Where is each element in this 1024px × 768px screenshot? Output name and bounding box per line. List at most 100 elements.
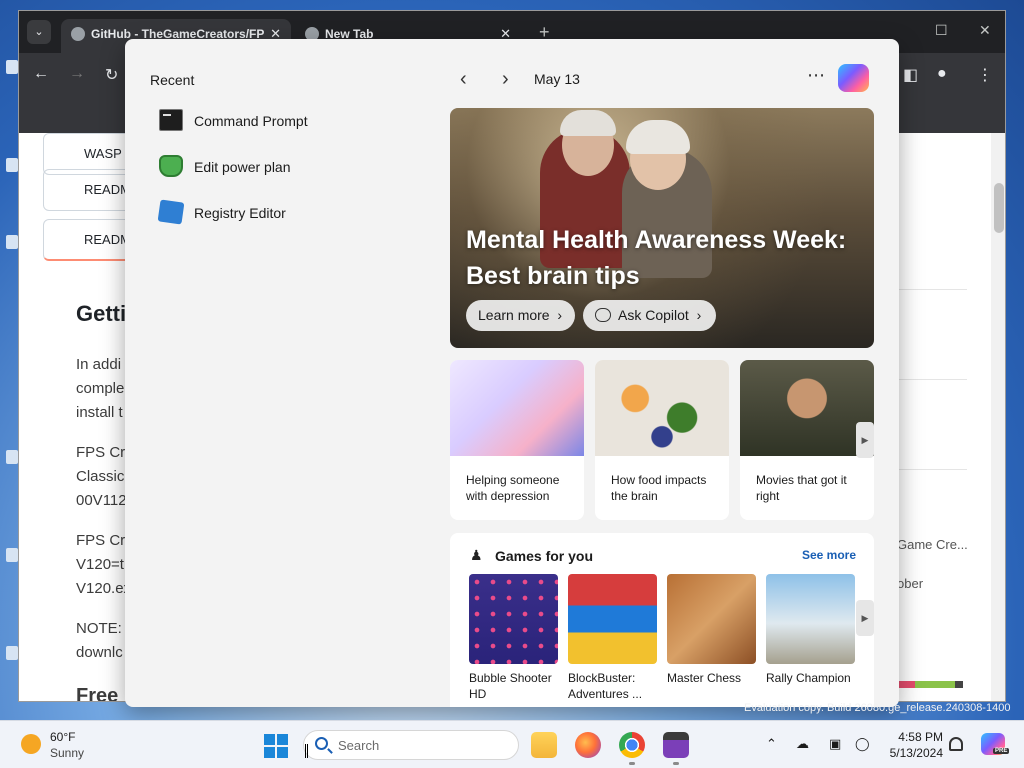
recent-title: Recent: [150, 72, 195, 88]
card-caption: How food impacts the brain: [611, 473, 707, 503]
chevron-right-icon[interactable]: ›: [502, 69, 509, 89]
game-thumbnail: [469, 574, 558, 664]
readme-text: 00V112: [76, 492, 127, 509]
recent-item-label: Edit power plan: [194, 159, 291, 175]
reload-icon[interactable]: ↻: [105, 65, 118, 85]
clapperboard-icon[interactable]: [663, 732, 689, 758]
scrollbar-thumb[interactable]: [994, 183, 1004, 233]
text-cursor: [305, 744, 308, 758]
scroll-right-icon[interactable]: ▶: [856, 600, 874, 636]
readme-text: comple: [76, 380, 125, 397]
chevron-up-icon[interactable]: ⌃: [766, 736, 777, 752]
preview-badge: PRE: [993, 748, 1010, 754]
taskbar-search[interactable]: Search: [303, 730, 519, 760]
desktop-icon[interactable]: [6, 646, 18, 660]
recent-item-label: Command Prompt: [194, 113, 308, 129]
chevron-left-icon[interactable]: ‹: [460, 69, 467, 89]
hero-image: [560, 110, 616, 136]
search-placeholder: Search: [338, 738, 380, 753]
game-tile[interactable]: BlockBuster: Adventures ...: [568, 574, 657, 702]
game-tile[interactable]: Master Chess: [667, 574, 756, 686]
recent-item-power-plan[interactable]: Edit power plan: [159, 153, 409, 181]
readme-text: install t: [76, 404, 123, 421]
start-icon[interactable]: [264, 734, 288, 758]
search-icon: [315, 737, 328, 750]
recent-item-label: Registry Editor: [194, 205, 286, 221]
readme-subheading: Free: [76, 685, 119, 702]
chrome-icon[interactable]: [619, 732, 645, 758]
desktop-icon[interactable]: [6, 235, 18, 249]
page-scrollbar[interactable]: [991, 133, 1005, 701]
games-title: Games for you: [495, 548, 594, 564]
learn-more-button[interactable]: Learn more ›: [466, 300, 575, 331]
chevron-right-icon: ›: [553, 307, 563, 323]
divider: [897, 379, 967, 380]
file-explorer-icon[interactable]: [531, 732, 557, 758]
game-name: BlockBuster: Adventures ...: [568, 671, 643, 701]
desktop-icon[interactable]: [6, 158, 18, 172]
profile-icon[interactable]: ●: [937, 65, 947, 83]
forward-icon[interactable]: →: [69, 65, 85, 83]
scroll-right-icon[interactable]: ▶: [856, 422, 874, 458]
file-name: WASP: [84, 146, 122, 161]
hero-card[interactable]: Mental Health Awareness Week: Best brain…: [450, 108, 874, 348]
cloud-off-icon[interactable]: ☁: [796, 736, 809, 752]
game-pieces-icon: ♟: [470, 547, 483, 563]
about-text: ober: [897, 576, 924, 591]
readme-text: In addi: [76, 356, 122, 373]
game-tile[interactable]: Bubble Shooter HD: [469, 574, 558, 702]
more-options-icon[interactable]: ⋯: [807, 65, 826, 86]
recent-item-registry-editor[interactable]: Registry Editor: [157, 199, 409, 227]
game-thumbnail: [766, 574, 855, 664]
running-indicator: [673, 762, 679, 765]
back-icon[interactable]: ←: [33, 65, 49, 83]
network-icon[interactable]: ◯: [855, 736, 870, 752]
copilot-icon[interactable]: [838, 64, 869, 92]
maximize-icon[interactable]: ☐: [935, 22, 948, 39]
ask-copilot-button[interactable]: Ask Copilot ›: [583, 300, 716, 331]
about-text[interactable]: Game Cre...: [897, 537, 968, 552]
game-name: Master Chess: [667, 671, 742, 685]
game-thumbnail: [667, 574, 756, 664]
game-tile[interactable]: Rally Champion: [766, 574, 855, 686]
taskbar: 60°F Sunny Search ⌃ ☁ ▣ ◯ 4:58 PM 5/13/2…: [0, 720, 1024, 768]
clock-time[interactable]: 4:58 PM: [897, 730, 943, 744]
desktop-icon[interactable]: [6, 60, 18, 74]
clock-date[interactable]: 5/13/2024: [883, 746, 943, 760]
notification-bell-icon[interactable]: [949, 737, 963, 751]
running-indicator: [629, 762, 635, 765]
power-plan-icon: [159, 155, 183, 177]
button-label: Ask Copilot: [618, 307, 689, 323]
news-card[interactable]: Helping someone with depression: [450, 360, 584, 520]
display-icon[interactable]: ▣: [829, 736, 841, 752]
registry-editor-icon: [157, 199, 185, 225]
hero-headline[interactable]: Mental Health Awareness Week: Best brain…: [466, 222, 866, 294]
weather-condition[interactable]: Sunny: [50, 746, 84, 760]
tab-search-button[interactable]: ⌄: [27, 20, 51, 44]
weather-temp[interactable]: 60°F: [50, 730, 75, 744]
readme-heading: Getti: [76, 301, 127, 326]
desktop-icon[interactable]: [6, 548, 18, 562]
game-name: Rally Champion: [766, 671, 851, 685]
chevron-right-icon: ›: [692, 307, 702, 323]
card-caption: Helping someone with depression: [466, 473, 560, 503]
side-panel-icon[interactable]: ◧: [903, 65, 918, 85]
button-label: Learn more: [478, 307, 550, 323]
desktop-icon[interactable]: [6, 450, 18, 464]
recent-item-command-prompt[interactable]: Command Prompt: [159, 107, 409, 135]
close-window-icon[interactable]: ✕: [979, 22, 991, 39]
firefox-icon[interactable]: [575, 732, 601, 758]
news-card[interactable]: How food impacts the brain: [595, 360, 729, 520]
feed-date: May 13: [534, 71, 580, 87]
card-image: [450, 360, 584, 456]
widgets-panel: Recent Command Prompt Edit power plan Re…: [125, 39, 899, 707]
readme-text: NOTE: I: [76, 620, 131, 637]
sun-icon[interactable]: [21, 734, 41, 754]
news-card[interactable]: Movies that got it right: [740, 360, 874, 520]
see-more-link[interactable]: See more: [802, 548, 856, 562]
game-thumbnail: [568, 574, 657, 664]
menu-icon[interactable]: ⋮: [977, 65, 993, 85]
readme-text: Classic-: [76, 468, 130, 485]
divider: [897, 469, 967, 470]
language-bar: [899, 681, 963, 688]
